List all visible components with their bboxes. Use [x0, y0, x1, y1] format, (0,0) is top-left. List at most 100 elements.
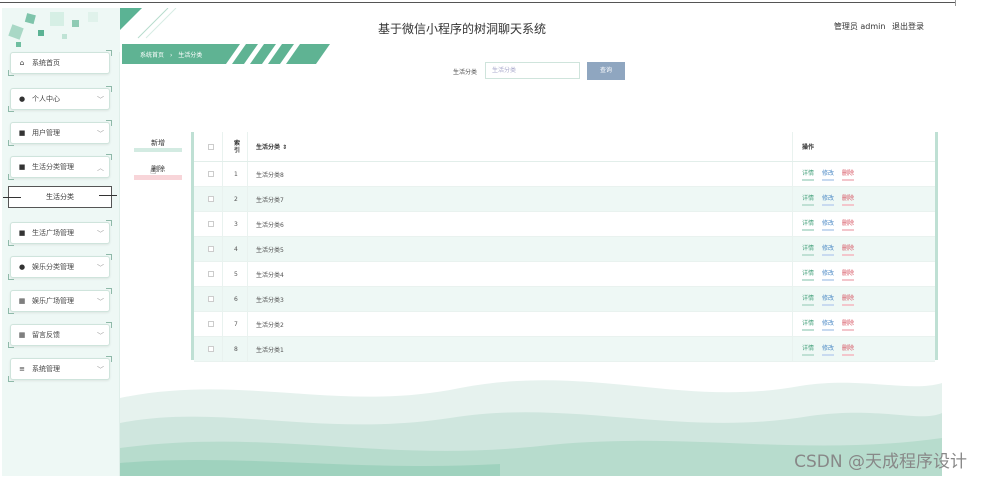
add-button[interactable]: 新增 [134, 138, 182, 152]
edit-button[interactable]: 修改 [822, 268, 835, 281]
row-checkbox-cell[interactable] [208, 162, 214, 186]
search-input[interactable]: 生活分类 [485, 62, 580, 79]
corner-decoration [8, 174, 14, 180]
user-info: 管理员 admin 退出登录 [830, 21, 924, 32]
corner-decoration [8, 274, 14, 280]
row-checkbox-cell[interactable] [208, 262, 214, 286]
table-row: 3 生活分类6 详情 修改 删除 [194, 212, 935, 237]
row-delete-button[interactable]: 删除 [842, 293, 855, 306]
detail-button[interactable]: 详情 [802, 293, 815, 306]
submenu-item-label: 生活分类 [46, 193, 74, 201]
sidebar-item-label: 系统首页 [32, 59, 60, 67]
row-delete-button[interactable]: 删除 [842, 193, 855, 206]
breadcrumb-home[interactable]: 系统首页 [140, 52, 164, 59]
sidebar-item[interactable]: ⌂ 系统首页 [8, 50, 112, 76]
breadcrumb-separator: › [169, 52, 173, 59]
top-header: 基于微信小程序的树洞聊天系统 管理员 admin 退出登录 [120, 8, 942, 46]
sidebar-item[interactable]: ▦ 娱乐广场管理 ﹀ [8, 288, 112, 314]
sidebar-item[interactable]: ■ 用户管理 ﹀ [8, 120, 112, 146]
search-button[interactable]: 查询 [587, 62, 625, 80]
col-divider [247, 237, 248, 261]
row-delete-button[interactable]: 删除 [842, 243, 855, 256]
select-all-checkbox[interactable] [208, 143, 214, 150]
table-row: 4 生活分类5 详情 修改 删除 [194, 237, 935, 262]
col-divider [792, 262, 793, 286]
submenu-item-life-category[interactable]: 生活分类 [3, 186, 117, 208]
page-title: 基于微信小程序的树洞聊天系统 [378, 22, 547, 36]
col-divider [222, 212, 223, 236]
col-divider [247, 337, 248, 361]
col-divider [792, 132, 793, 161]
row-checkbox-cell[interactable] [208, 187, 214, 211]
row-checkbox[interactable] [208, 321, 214, 327]
sidebar-decoration [2, 8, 120, 52]
edit-button[interactable]: 修改 [822, 218, 835, 231]
edit-button[interactable]: 修改 [822, 193, 835, 206]
table-row: 1 生活分类8 详情 修改 删除 [194, 162, 935, 187]
detail-button[interactable]: 详情 [802, 243, 815, 256]
corner-decoration [8, 140, 14, 146]
edit-button[interactable]: 修改 [822, 318, 835, 331]
row-index: 8 [234, 345, 238, 353]
edit-button[interactable]: 修改 [822, 243, 835, 256]
row-checkbox[interactable] [208, 246, 214, 252]
row-checkbox[interactable] [208, 271, 214, 277]
hand-cursor-icon: ☝ [150, 166, 157, 177]
row-checkbox-cell[interactable] [208, 212, 214, 236]
detail-button[interactable]: 详情 [802, 268, 815, 281]
col-divider [222, 337, 223, 361]
row-delete-button[interactable]: 删除 [842, 218, 855, 231]
detail-button[interactable]: 详情 [802, 318, 815, 331]
watermark: CSDN @天成程序设计 [794, 452, 967, 472]
corner-decoration [106, 86, 112, 92]
sidebar-item[interactable]: ≡ 系统管理 ﹀ [8, 356, 112, 382]
row-checkbox-cell[interactable] [208, 312, 214, 336]
detail-button[interactable]: 详情 [802, 168, 815, 181]
sidebar: ⌂ 系统首页 ● 个人中心 ﹀ ■ 用户管理 ﹀ ■ 生活分类管理 ︿ ■ 生活广场管理 ﹀ ● 娱乐分类管理… [2, 8, 120, 476]
header-name[interactable]: 生活分类 ⇕ [256, 132, 287, 161]
row-checkbox-cell[interactable] [208, 337, 214, 361]
row-checkbox-cell[interactable] [208, 237, 214, 261]
delete-button[interactable]: 删除 [134, 164, 182, 180]
top-border-tick [955, 0, 956, 6]
edit-button[interactable]: 修改 [822, 343, 835, 356]
table-row: 5 生活分类4 详情 修改 删除 [194, 262, 935, 287]
row-checkbox[interactable] [208, 296, 214, 302]
row-delete-button[interactable]: 删除 [842, 318, 855, 331]
col-divider [247, 262, 248, 286]
sidebar-item[interactable]: ● 个人中心 ﹀ [8, 86, 112, 112]
row-actions: 详情 修改 删除 [802, 187, 862, 211]
col-divider [247, 312, 248, 336]
row-name: 生活分类8 [256, 171, 284, 179]
row-name: 生活分类4 [256, 271, 284, 279]
admin-label: 管理员 admin [833, 22, 886, 31]
edit-button[interactable]: 修改 [822, 293, 835, 306]
sidebar-item-label: 生活分类管理 [32, 163, 74, 171]
row-delete-button[interactable]: 删除 [842, 343, 855, 356]
row-checkbox-cell[interactable] [208, 287, 214, 311]
logout-link[interactable]: 退出登录 [892, 22, 924, 31]
corner-decoration [106, 356, 112, 362]
row-checkbox[interactable] [208, 221, 214, 227]
row-delete-button[interactable]: 删除 [842, 268, 855, 281]
row-checkbox[interactable] [208, 196, 214, 202]
row-checkbox[interactable] [208, 346, 214, 352]
row-name: 生活分类3 [256, 296, 284, 304]
monitor-icon: ■ [18, 129, 26, 137]
sidebar-item[interactable]: ■ 生活广场管理 ﹀ [8, 220, 112, 246]
row-name: 生活分类6 [256, 221, 284, 229]
lock-icon: ■ [18, 229, 26, 237]
monitor-icon: ■ [18, 163, 26, 171]
detail-button[interactable]: 详情 [802, 218, 815, 231]
col-divider [222, 162, 223, 186]
edit-button[interactable]: 修改 [822, 168, 835, 181]
row-checkbox[interactable] [208, 171, 214, 177]
detail-button[interactable]: 详情 [802, 193, 815, 206]
sidebar-item[interactable]: ▦ 留言反馈 ﹀ [8, 322, 112, 348]
sidebar-item[interactable]: ■ 生活分类管理 ︿ [8, 154, 112, 180]
header-stripe-decoration [120, 8, 177, 39]
sidebar-item[interactable]: ● 娱乐分类管理 ﹀ [8, 254, 112, 280]
select-all-checkbox-cell[interactable] [208, 132, 214, 161]
detail-button[interactable]: 详情 [802, 343, 815, 356]
row-delete-button[interactable]: 删除 [842, 168, 855, 181]
